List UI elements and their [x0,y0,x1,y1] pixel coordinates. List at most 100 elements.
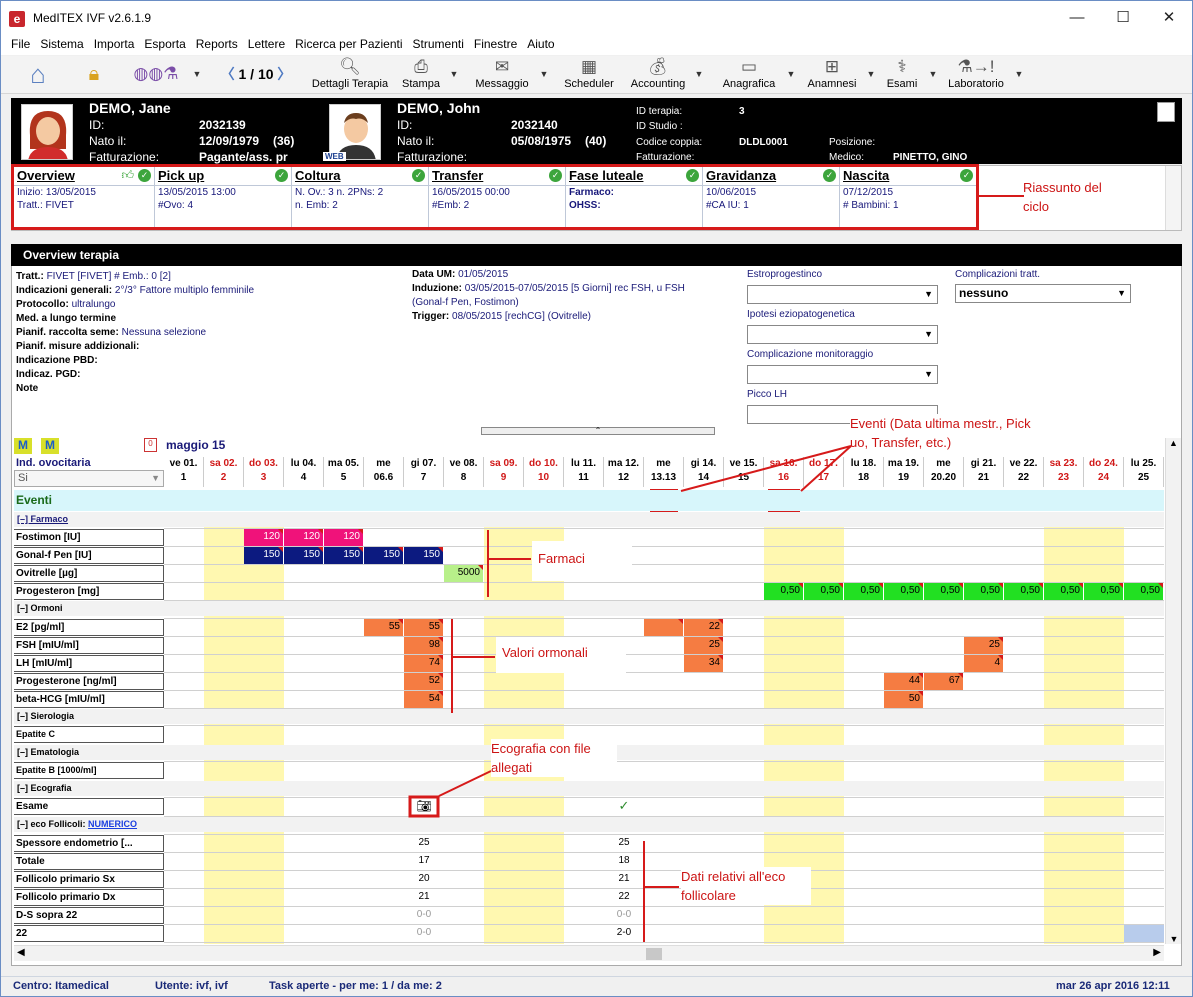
day-header[interactable]: me 06.6 [364,457,404,487]
cell-totale-7[interactable]: 17 [404,853,444,870]
day-header[interactable]: me 13.13 [644,457,684,487]
data-cell-gonal[interactable]: 150 [364,547,404,564]
anagrafica-dropdown[interactable]: ▼ [785,56,797,94]
patients-dropdown[interactable]: ▼ [191,56,203,94]
data-cell-progesteron[interactable]: 0,50 [1004,583,1044,600]
cell-totale-12[interactable]: 18 [604,853,644,870]
laboratorio-button[interactable]: ⚗→! Laboratorio [943,56,1009,94]
menu-lettere[interactable]: Lettere [243,35,290,53]
day-header[interactable]: sa 16. 16 [764,457,804,487]
day-header[interactable]: do 10. 10 [524,457,564,487]
lock-button[interactable]: 🔒︎ [79,56,109,94]
data-cell-fsh[interactable]: 25 [684,637,724,654]
day-header[interactable]: ve 08. 8 [444,457,484,487]
camera-icon[interactable]: 📷︎ [410,799,438,815]
day-header[interactable]: ve 01. 1 [164,457,204,487]
maximize-button[interactable]: ☐ [1100,4,1146,32]
accounting-button[interactable]: 💰︎ Accounting [625,56,691,94]
menu-sistema[interactable]: Sistema [35,35,88,53]
menu-strumenti[interactable]: Strumenti [408,35,469,53]
group-follicoli[interactable]: [–] eco Follicoli: NUMERICO [14,817,1164,832]
data-cell-progesteron[interactable]: 0,50 [804,583,844,600]
data-cell-gonal[interactable]: 150 [404,547,444,564]
add-m2-icon[interactable]: M [41,438,59,454]
day-header[interactable]: lu 11. 11 [564,457,604,487]
menu-importa[interactable]: Importa [89,35,140,53]
data-cell-progesteron[interactable]: 0,50 [1044,583,1084,600]
day-header[interactable]: sa 09. 9 [484,457,524,487]
add-m-icon[interactable]: M [14,438,32,454]
anamnesi-dropdown[interactable]: ▼ [865,56,877,94]
anagrafica-button[interactable]: ▭ Anagrafica [717,56,781,94]
cell-spessore-12[interactable]: 25 [604,835,644,852]
data-cell-gonal[interactable]: 150 [244,547,284,564]
data-cell-progesteron[interactable]: 0,50 [1084,583,1124,600]
accounting-dropdown[interactable]: ▼ [693,56,705,94]
data-cell-lh[interactable]: 74 [404,655,444,672]
data-cell-e2[interactable]: 22 [684,619,724,636]
data-cell-progesteron[interactable]: 0,50 [964,583,1004,600]
data-cell-e2[interactable]: 55 [404,619,444,636]
day-header[interactable]: do 03. 3 [244,457,284,487]
document-icon[interactable] [1157,102,1175,122]
data-cell-gonal[interactable]: 150 [284,547,324,564]
prev-record-button[interactable]: 〈 [221,66,235,82]
group-ormoni[interactable]: [–] Ormoni [14,601,1164,616]
day-header[interactable]: lu 25. 25 [1124,457,1164,487]
day-header[interactable]: ve 15. 15 [724,457,764,487]
data-cell-progesteron[interactable]: 0,50 [1124,583,1164,600]
dettagli-terapia-button[interactable]: 🔍︎ Dettagli Terapia [309,56,391,94]
data-cell-progesteron[interactable]: 0,50 [924,583,964,600]
selected-cell[interactable] [1124,925,1164,942]
day-header[interactable]: ma 05. 5 [324,457,364,487]
data-cell-hcg[interactable]: 54 [404,691,444,708]
data-cell-prog[interactable]: 44 [884,673,924,690]
close-button[interactable]: ✕ [1146,4,1192,32]
scheduler-button[interactable]: ▦ Scheduler [559,56,619,94]
cell-r22-12[interactable]: 2-0 [604,925,644,942]
patients-button[interactable]: ◍◍⚗ [126,56,186,94]
data-cell-progesteron[interactable]: 0,50 [764,583,804,600]
esami-button[interactable]: ⚕ Esami [881,56,923,94]
cell-spessore-7[interactable]: 25 [404,835,444,852]
ind-ovocitaria-select[interactable]: Si ▼ [14,470,164,487]
day-header[interactable]: gi 21. 21 [964,457,1004,487]
calendar-icon[interactable]: 0 [144,438,157,452]
compl-tratt-select[interactable]: nessuno [955,284,1131,303]
menu-aiuto[interactable]: Aiuto [522,35,559,53]
data-cell-progesteron[interactable]: 0,50 [884,583,924,600]
data-cell-e2[interactable]: 55 [364,619,404,636]
day-header[interactable]: do 17. 17 [804,457,844,487]
compl-mon-select[interactable] [747,365,938,384]
esami-dropdown[interactable]: ▼ [927,56,939,94]
stampa-dropdown[interactable]: ▼ [448,56,460,94]
cell-ds22-7[interactable]: 0-0 [404,907,444,924]
minimize-button[interactable]: — [1054,4,1100,32]
data-cell-fsh[interactable]: 98 [404,637,444,654]
ipotesi-select[interactable] [747,325,938,344]
group-sierologia[interactable]: [–] Sierologia [14,709,1164,724]
home-button[interactable]: ⌂ [19,56,57,94]
day-header[interactable]: gi 14. 14 [684,457,724,487]
cycle-scrollbar[interactable] [1165,166,1181,230]
laboratorio-dropdown[interactable]: ▼ [1013,56,1025,94]
data-cell-progesteron[interactable]: 0,50 [844,583,884,600]
data-cell-lh[interactable]: 34 [684,655,724,672]
collapse-handle[interactable]: ⌃ [481,427,715,435]
menu-finestre[interactable]: Finestre [469,35,522,53]
anamnesi-button[interactable]: ⊞ Anamnesi [803,56,861,94]
estro-select[interactable] [747,285,938,304]
data-cell-gonal[interactable]: 150 [324,547,364,564]
data-cell-prog[interactable]: 67 [924,673,964,690]
messaggio-dropdown[interactable]: ▼ [538,56,550,94]
menu-esporta[interactable]: Esporta [139,35,190,53]
data-cell-fostimon[interactable]: 120 [324,529,364,546]
data-cell-fostimon[interactable]: 120 [284,529,324,546]
menu-reports[interactable]: Reports [191,35,243,53]
next-record-button[interactable]: 〉 [277,66,291,82]
group-ecografia[interactable]: [–] Ecografia [14,781,1164,796]
cell-fsx-7[interactable]: 20 [404,871,444,888]
cell-r22-7[interactable]: 0-0 [404,925,444,942]
day-header[interactable]: lu 04. 4 [284,457,324,487]
day-header[interactable]: lu 18. 18 [844,457,884,487]
